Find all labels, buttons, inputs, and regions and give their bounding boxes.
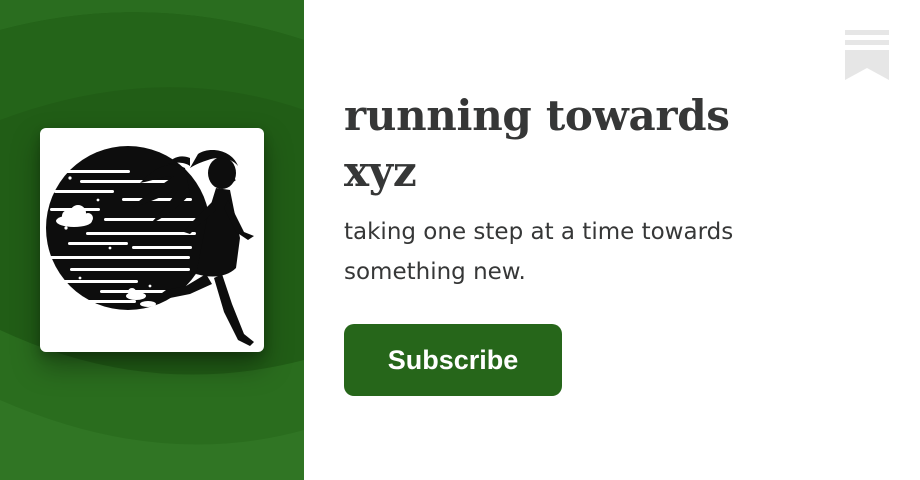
brand-panel: [0, 0, 304, 480]
publication-title: running towards xyz: [344, 91, 730, 196]
running-girl-logo: [46, 146, 254, 346]
publication-description: taking one step at a time towards someth…: [344, 219, 734, 285]
bookmark-icon[interactable]: [845, 30, 889, 80]
publication-logo: [40, 128, 264, 352]
subscribe-button[interactable]: Subscribe: [344, 324, 562, 396]
